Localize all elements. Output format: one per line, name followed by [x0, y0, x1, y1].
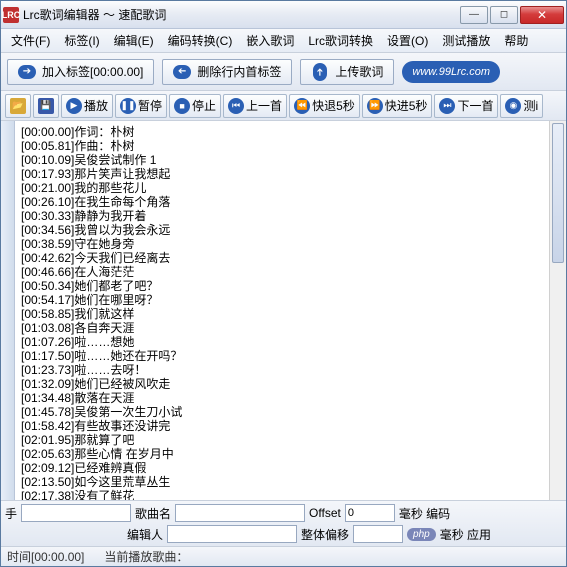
- lyric-line[interactable]: [00:21.00]我的那些花儿: [21, 181, 543, 195]
- menu-edit[interactable]: 编辑(E): [108, 30, 160, 51]
- menu-lrc-convert[interactable]: Lrc歌词转换: [302, 30, 379, 51]
- lyric-line[interactable]: [01:07.26]啦……想她: [21, 335, 543, 349]
- lyric-line[interactable]: [01:23.73]啦……去呀！: [21, 363, 543, 377]
- prev-icon: ⏮: [228, 98, 244, 114]
- lyric-line[interactable]: [00:10.09]吴俊尝试制作 1: [21, 153, 543, 167]
- menu-file[interactable]: 文件(F): [5, 30, 56, 51]
- lyric-line[interactable]: [00:46.66]在人海茫茫: [21, 265, 543, 279]
- arrow-up-icon: ➔: [313, 63, 327, 81]
- statusbar: 时间[00:00.00] 当前播放歌曲：: [1, 546, 566, 566]
- back5-button[interactable]: ⏪快退5秒: [289, 94, 360, 118]
- lyric-line[interactable]: [00:42.62]今天我们已经离去: [21, 251, 543, 265]
- lyric-line[interactable]: [00:38.59]守在她身旁: [21, 237, 543, 251]
- arrow-right-icon: ➔: [18, 65, 36, 79]
- app-window: LRC Lrc歌词编辑器 ～ 速配歌词 — ◻ ✕ 文件(F) 标签(I) 编辑…: [0, 0, 567, 567]
- lyric-line[interactable]: [00:26.10]在我生命每个角落: [21, 195, 543, 209]
- folder-icon: 📂: [10, 98, 26, 114]
- editor-label: 编辑人: [127, 526, 163, 543]
- play-icon: ▶: [66, 98, 82, 114]
- lyric-line[interactable]: [00:54.17]她们在哪里呀？: [21, 293, 543, 307]
- whole-offset-input[interactable]: [353, 525, 403, 543]
- next-button[interactable]: ⏭下一首: [434, 94, 498, 118]
- ms-apply-label: 毫秒 应用: [440, 526, 491, 543]
- pause-icon: ❚❚: [120, 98, 136, 114]
- lyric-line[interactable]: [01:34.48]散落在天涯: [21, 391, 543, 405]
- lyric-line[interactable]: [00:05.81]作曲：朴树: [21, 139, 543, 153]
- play-button[interactable]: ▶播放: [61, 94, 113, 118]
- menu-help[interactable]: 帮助: [498, 30, 534, 51]
- titlebar[interactable]: LRC Lrc歌词编辑器 ～ 速配歌词 — ◻ ✕: [1, 1, 566, 29]
- forward-icon: ⏩: [367, 98, 383, 114]
- menubar: 文件(F) 标签(I) 编辑(E) 编码转换(C) 嵌入歌词 Lrc歌词转换 设…: [1, 29, 566, 53]
- prev-button[interactable]: ⏮上一首: [223, 94, 287, 118]
- scrollbar-thumb[interactable]: [552, 123, 564, 263]
- lyric-line[interactable]: [00:50.34]她们都老了吧？: [21, 279, 543, 293]
- site-badge[interactable]: www.99Lrc.com: [402, 61, 500, 83]
- toolbar-player: 📂 💾 ▶播放 ❚❚暂停 ■停止 ⏮上一首 ⏪快退5秒 ⏩快进5秒 ⏭下一首 ◉…: [1, 91, 566, 121]
- test-icon: ◉: [505, 98, 521, 114]
- lyric-line[interactable]: [01:17.50]啦……她还在开吗？: [21, 349, 543, 363]
- lyric-line[interactable]: [02:01.95]那就算了吧: [21, 433, 543, 447]
- lyric-line[interactable]: [02:09.12]已经难辨真假: [21, 461, 543, 475]
- menu-encode[interactable]: 编码转换(C): [162, 30, 239, 51]
- toolbar-main: ➔ 加入标签[00:00.00] ➔ 删除行内首标签 ➔ 上传歌词 www.99…: [1, 53, 566, 91]
- delete-tag-label: 删除行内首标签: [197, 63, 281, 80]
- menu-tag[interactable]: 标签(I): [58, 30, 105, 51]
- arrow-left-icon: ➔: [173, 65, 191, 79]
- offset-label: Offset: [309, 506, 341, 520]
- rewind-icon: ⏪: [294, 98, 310, 114]
- song-input[interactable]: [175, 504, 305, 522]
- content-area: [00:00.00]作词：朴树[00:05.81]作曲：朴树[00:10.09]…: [1, 121, 566, 500]
- lyric-line[interactable]: [00:00.00]作词：朴树: [21, 125, 543, 139]
- gutter: [1, 121, 15, 500]
- lyric-line[interactable]: [02:05.63]那些心情 在岁月中: [21, 447, 543, 461]
- next-icon: ⏭: [439, 98, 455, 114]
- editor-input[interactable]: [167, 525, 297, 543]
- status-time: 时间[00:00.00]: [7, 548, 84, 565]
- app-icon: LRC: [3, 7, 19, 23]
- menu-test-play[interactable]: 测试播放: [436, 30, 496, 51]
- stop-button[interactable]: ■停止: [169, 94, 221, 118]
- lyric-line[interactable]: [00:17.93]那片笑声让我想起: [21, 167, 543, 181]
- lyric-line[interactable]: [01:58.42]有些故事还没讲完: [21, 419, 543, 433]
- minimize-button[interactable]: —: [460, 6, 488, 24]
- upload-label: 上传歌词: [335, 63, 383, 80]
- upload-lyrics-button[interactable]: ➔ 上传歌词: [300, 59, 394, 85]
- menu-embed[interactable]: 嵌入歌词: [240, 30, 300, 51]
- lyrics-editor[interactable]: [00:00.00]作词：朴树[00:05.81]作曲：朴树[00:10.09]…: [15, 121, 549, 500]
- lyric-line[interactable]: [02:17.38]没有了鲜花: [21, 489, 543, 500]
- singer-input[interactable]: [21, 504, 131, 522]
- menu-settings[interactable]: 设置(O): [381, 30, 434, 51]
- whole-offset-label: 整体偏移: [301, 526, 349, 543]
- lyric-line[interactable]: [01:45.78]吴俊第一次生刀小试: [21, 405, 543, 419]
- ms-encode-label: 毫秒 编码: [399, 505, 450, 522]
- add-tag-label: 加入标签[00:00.00]: [42, 63, 143, 80]
- open-file-button[interactable]: 📂: [5, 94, 31, 118]
- singer-label: 手: [5, 505, 17, 522]
- vertical-scrollbar[interactable]: [549, 121, 566, 500]
- window-title: Lrc歌词编辑器 ～ 速配歌词: [23, 6, 460, 23]
- lyric-line[interactable]: [00:34.56]我曾以为我会永远: [21, 223, 543, 237]
- php-badge: php: [407, 528, 436, 541]
- maximize-button[interactable]: ◻: [490, 6, 518, 24]
- metadata-panel: 手 歌曲名 Offset 毫秒 编码 编辑人 整体偏移 php 毫秒 应用: [1, 500, 566, 546]
- lyric-line[interactable]: [01:03.08]各自奔天涯: [21, 321, 543, 335]
- fwd5-button[interactable]: ⏩快进5秒: [362, 94, 433, 118]
- lyric-line[interactable]: [00:30.33]静静为我开着: [21, 209, 543, 223]
- close-button[interactable]: ✕: [520, 6, 564, 24]
- lyric-line[interactable]: [00:58.85]我们就这样: [21, 307, 543, 321]
- add-tag-button[interactable]: ➔ 加入标签[00:00.00]: [7, 59, 154, 85]
- song-label: 歌曲名: [135, 505, 171, 522]
- pause-button[interactable]: ❚❚暂停: [115, 94, 167, 118]
- stop-icon: ■: [174, 98, 190, 114]
- offset-input[interactable]: [345, 504, 395, 522]
- lyric-line[interactable]: [01:32.09]她们已经被风吹走: [21, 377, 543, 391]
- save-button[interactable]: 💾: [33, 94, 59, 118]
- status-now-playing: 当前播放歌曲：: [104, 548, 188, 565]
- save-icon: 💾: [38, 98, 54, 114]
- test-button[interactable]: ◉测i: [500, 94, 543, 118]
- delete-tag-button[interactable]: ➔ 删除行内首标签: [162, 59, 292, 85]
- lyric-line[interactable]: [02:13.50]如今这里荒草丛生: [21, 475, 543, 489]
